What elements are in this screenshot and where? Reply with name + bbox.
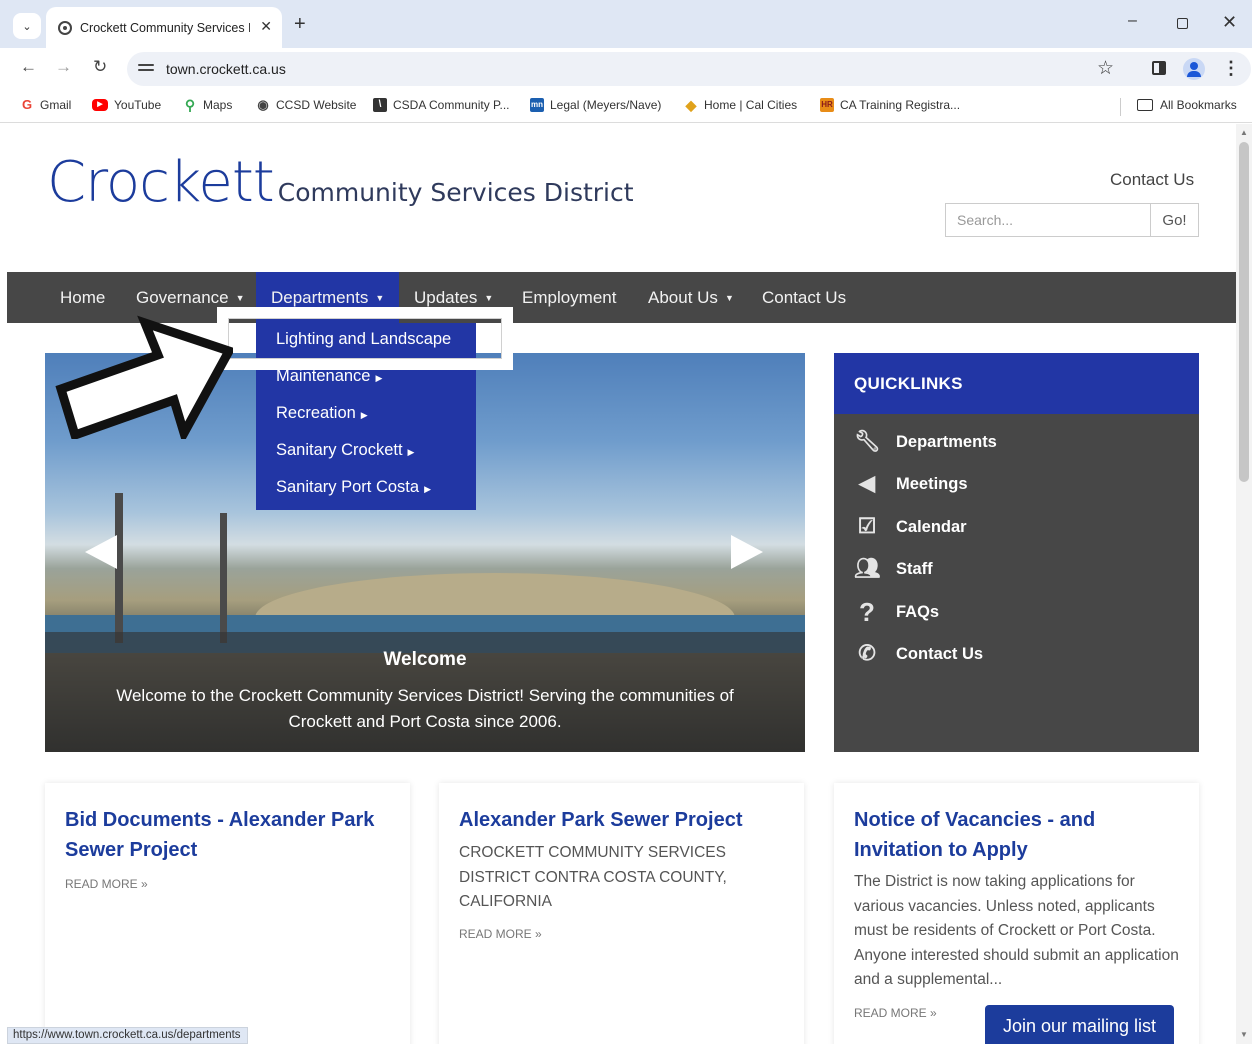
folder-icon bbox=[1137, 99, 1153, 111]
forward-arrow-icon[interactable]: → bbox=[55, 57, 72, 77]
bookmark-cal-cities[interactable]: ◆ Home | Cal Cities bbox=[684, 97, 798, 113]
bookmark-csda[interactable]: \ CSDA Community P... bbox=[373, 98, 509, 112]
bookmark-maps[interactable]: ⚲ Maps bbox=[183, 98, 232, 112]
caret-down-icon: ▼ bbox=[375, 292, 385, 303]
close-window-button[interactable]: ✕ bbox=[1222, 12, 1237, 33]
news-card: Alexander Park Sewer Project CROCKETT CO… bbox=[439, 783, 804, 1044]
read-more-link[interactable]: READ MORE » bbox=[854, 1006, 937, 1020]
site-search: Go! bbox=[945, 203, 1199, 237]
scroll-up-arrow-icon[interactable]: ▲ bbox=[1240, 128, 1248, 137]
bookmark-youtube[interactable]: ▶ YouTube bbox=[92, 98, 161, 112]
profile-avatar-icon[interactable] bbox=[1183, 58, 1205, 80]
kebab-menu-icon[interactable]: ⋮ bbox=[1222, 58, 1240, 79]
caret-down-icon: ▼ bbox=[484, 292, 494, 303]
back-arrow-icon[interactable]: ← bbox=[20, 57, 37, 77]
quicklinks-panel: QUICKLINKS 🔧︎ Departments ◀ Meetings ☑ Cale… bbox=[834, 353, 1199, 752]
caret-right-icon: ▶ bbox=[375, 373, 383, 383]
all-bookmarks-button[interactable]: All Bookmarks bbox=[1137, 98, 1237, 112]
new-tab-button[interactable]: + bbox=[294, 13, 306, 36]
caret-right-icon: ▶ bbox=[424, 484, 431, 494]
bookmarks-separator bbox=[1120, 98, 1121, 116]
globe-icon: ◉ bbox=[257, 97, 269, 112]
annotation-highlight-outline bbox=[228, 318, 502, 359]
browser-toolbar: ← → ↻ town.crockett.ca.us ☆ bbox=[0, 48, 1252, 90]
site-logo[interactable]: Crockett Community Services District bbox=[47, 150, 634, 215]
card-body: The District is now taking applications … bbox=[854, 873, 1179, 988]
maps-pin-icon: ⚲ bbox=[184, 97, 196, 113]
join-mailing-list-button[interactable]: Join our mailing list bbox=[985, 1005, 1174, 1044]
bookmark-gmail[interactable]: G Gmail bbox=[20, 97, 71, 113]
news-card: Bid Documents - Alexander Park Sewer Pro… bbox=[45, 783, 410, 1044]
csda-icon: \ bbox=[373, 98, 387, 112]
phone-icon: ✆ bbox=[858, 642, 876, 665]
read-more-link[interactable]: READ MORE » bbox=[65, 877, 148, 891]
read-more-link[interactable]: READ MORE » bbox=[459, 927, 542, 941]
chevron-down-icon: ⌄ bbox=[22, 20, 32, 33]
calendar-icon: ☑ bbox=[857, 515, 877, 538]
caret-right-icon: ▶ bbox=[360, 410, 368, 420]
site-info-icon[interactable] bbox=[138, 61, 154, 75]
address-bar[interactable]: town.crockett.ca.us ☆ bbox=[127, 52, 1251, 86]
page-scrollbar[interactable]: ▲ ▼ bbox=[1236, 124, 1252, 1044]
tab-title: Crockett Community Services D bbox=[80, 20, 250, 35]
search-go-button[interactable]: Go! bbox=[1150, 204, 1198, 236]
tab-search-button[interactable]: ⌄ bbox=[13, 13, 41, 39]
gmail-icon: G bbox=[21, 97, 33, 112]
card-title-link[interactable]: Notice of Vacancies - and Invitation to … bbox=[854, 805, 1184, 865]
browser-tab-strip: ⌄ Crockett Community Services D ✕ + – ✕ bbox=[0, 0, 1252, 48]
quicklink-departments[interactable]: 🔧︎ Departments bbox=[854, 430, 997, 454]
search-input[interactable] bbox=[946, 204, 1150, 236]
close-tab-icon[interactable]: ✕ bbox=[260, 18, 272, 35]
bookmark-legal[interactable]: mn Legal (Meyers/Nave) bbox=[530, 98, 661, 112]
minimize-window-button[interactable]: – bbox=[1128, 12, 1137, 30]
cal-cities-icon: ◆ bbox=[685, 97, 697, 113]
mn-icon: mn bbox=[530, 98, 544, 112]
bridge-tower bbox=[220, 513, 227, 643]
url-text[interactable]: town.crockett.ca.us bbox=[166, 61, 286, 77]
side-panel-icon[interactable] bbox=[1152, 61, 1166, 75]
quicklink-staff[interactable]: 👥︎ Staff bbox=[854, 557, 933, 581]
dropdown-item-sanitary-port-costa[interactable]: Sanitary Port Costa ▶ bbox=[276, 478, 431, 497]
card-title-link[interactable]: Bid Documents - Alexander Park Sewer Pro… bbox=[65, 805, 395, 865]
quicklink-meetings[interactable]: ◀ Meetings bbox=[854, 472, 968, 496]
slider-caption-text: Welcome to the Crockett Community Servic… bbox=[116, 686, 734, 731]
reload-icon[interactable]: ↻ bbox=[93, 57, 107, 77]
caret-down-icon: ▼ bbox=[235, 292, 245, 303]
slider-prev-arrow-icon[interactable] bbox=[85, 535, 117, 569]
bookmark-ccsd-website[interactable]: ◉ CCSD Website bbox=[256, 97, 356, 113]
quicklink-calendar[interactable]: ☑ Calendar bbox=[854, 515, 967, 539]
wrench-icon: 🔧︎ bbox=[854, 430, 881, 453]
caret-down-icon: ▼ bbox=[724, 292, 734, 303]
dropdown-item-recreation[interactable]: Recreation ▶ bbox=[276, 404, 368, 423]
page-viewport: Crockett Community Services District Cont… bbox=[7, 124, 1236, 1044]
maximize-window-button[interactable] bbox=[1177, 18, 1188, 29]
quicklinks-title: QUICKLINKS bbox=[834, 353, 1199, 414]
question-icon: ? bbox=[859, 597, 875, 627]
bookmarks-bar: G Gmail ▶ YouTube ⚲ Maps ◉ CCSD Website … bbox=[0, 90, 1252, 123]
quicklink-faqs[interactable]: ? FAQs bbox=[854, 597, 939, 627]
bookmark-star-icon[interactable]: ☆ bbox=[1097, 57, 1114, 80]
slider-caption-title: Welcome bbox=[383, 649, 467, 670]
header-contact-link[interactable]: Contact Us bbox=[1110, 170, 1194, 190]
dropdown-item-sanitary-crockett[interactable]: Sanitary Crockett ▶ bbox=[276, 441, 414, 460]
slider-next-arrow-icon[interactable] bbox=[731, 535, 763, 569]
card-title-link[interactable]: Alexander Park Sewer Project bbox=[459, 805, 789, 835]
caret-right-icon: ▶ bbox=[407, 447, 415, 457]
scroll-down-arrow-icon[interactable]: ▼ bbox=[1240, 1030, 1248, 1039]
quicklink-contact-us[interactable]: ✆ Contact Us bbox=[854, 642, 983, 666]
nav-about-us[interactable]: About Us ▼ bbox=[648, 272, 734, 323]
people-icon: 👥︎ bbox=[854, 557, 881, 580]
nav-employment[interactable]: Employment bbox=[522, 272, 616, 323]
megaphone-icon: ◀ bbox=[858, 472, 876, 495]
bookmark-ca-training[interactable]: HR CA Training Registra... bbox=[820, 98, 960, 112]
scrollbar-thumb[interactable] bbox=[1239, 142, 1249, 482]
youtube-icon: ▶ bbox=[92, 99, 108, 111]
card-body: CROCKETT COMMUNITY SERVICES DISTRICT CON… bbox=[459, 844, 727, 910]
annotation-arrow-icon bbox=[55, 315, 233, 439]
link-status-bar: https://www.town.crockett.ca.us/departme… bbox=[7, 1027, 248, 1044]
globe-icon bbox=[58, 20, 72, 35]
nav-contact-us[interactable]: Contact Us bbox=[762, 272, 846, 323]
hr-icon: HR bbox=[820, 98, 834, 112]
browser-tab-active[interactable]: Crockett Community Services D ✕ bbox=[46, 7, 282, 48]
